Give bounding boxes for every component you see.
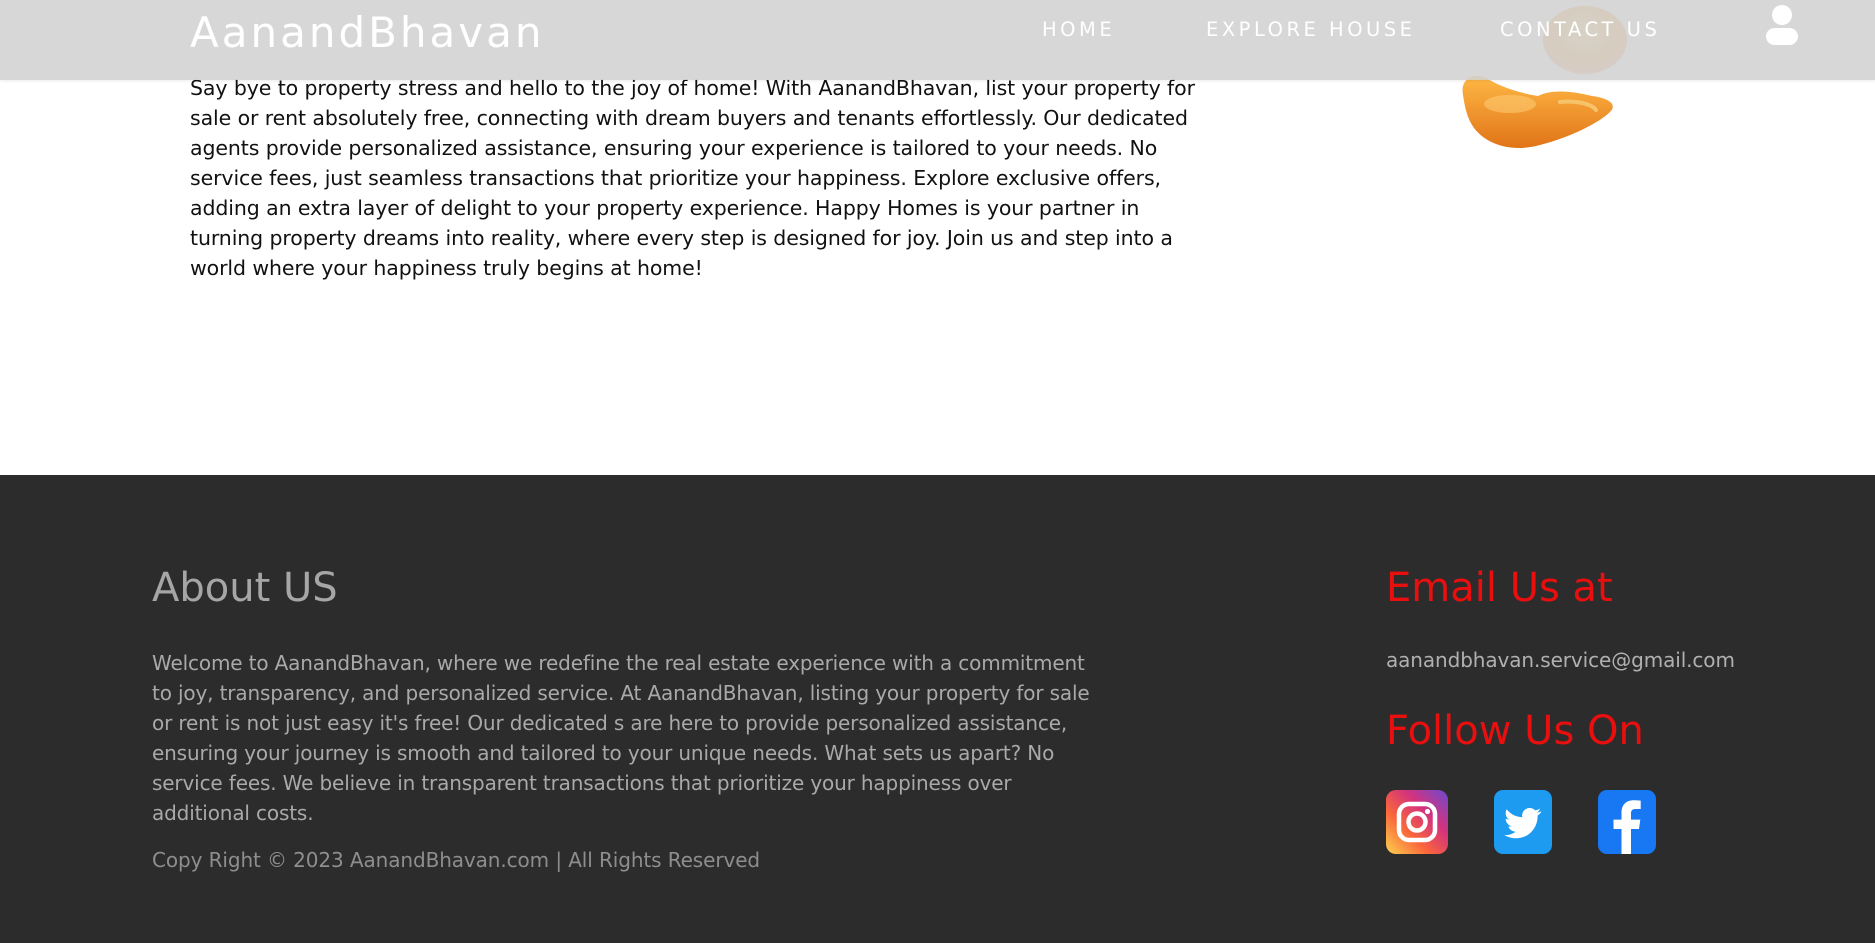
top-navbar: AanandBhavan HOME EXPLORE HOUSE CONTACT … [0,0,1875,80]
follow-us-heading: Follow Us On [1386,708,1644,754]
intro-paragraph: Say bye to property stress and hello to … [190,75,1195,280]
user-icon[interactable] [1763,2,1801,48]
twitter-icon[interactable] [1494,790,1552,854]
nav-home-link[interactable]: HOME [1042,18,1115,41]
facebook-icon[interactable] [1598,790,1656,854]
copyright-text: Copy Right © 2023 AanandBhavan.com | All… [152,848,760,872]
nav-explore-house-link[interactable]: EXPLORE HOUSE [1206,18,1416,41]
about-us-text: Welcome to AanandBhavan, where we redefi… [152,651,1090,825]
nav-contact-us-link[interactable]: CONTACT US [1500,18,1660,41]
instagram-icon[interactable] [1386,790,1448,854]
email-us-heading: Email Us at [1386,565,1613,611]
email-link[interactable]: aanandbhavan.service@gmail.com [1386,648,1735,672]
footer: About US Welcome to AanandBhavan, where … [0,475,1875,943]
about-us-heading: About US [152,565,338,611]
brand-logo-text[interactable]: AanandBhavan [190,8,545,57]
